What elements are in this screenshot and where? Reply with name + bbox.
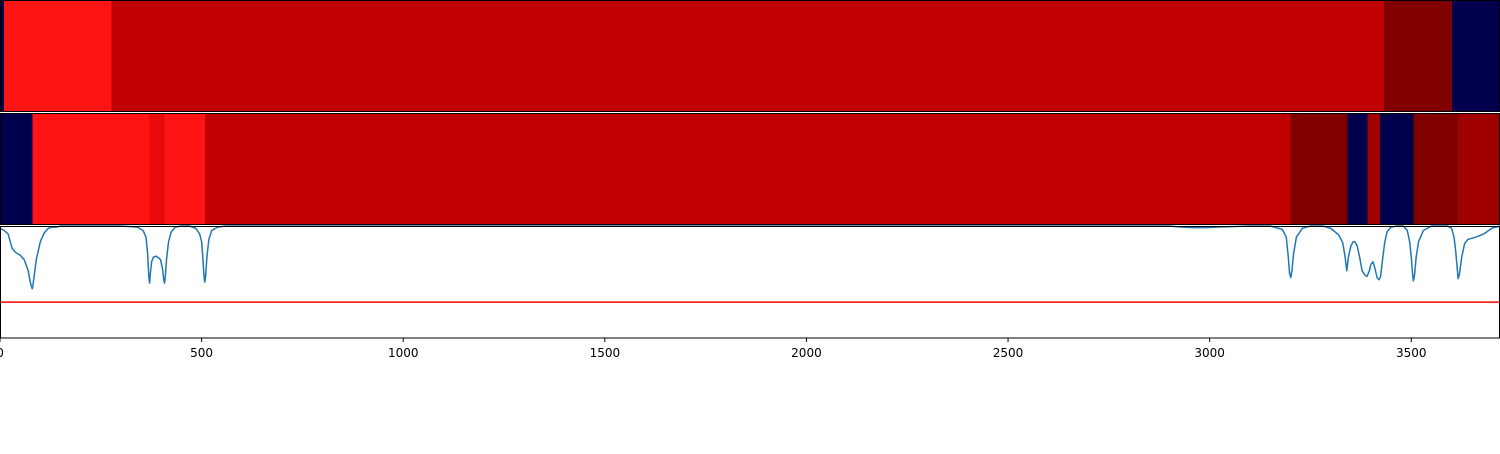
heatmap-cell [164, 113, 205, 225]
x-tick-label: 500 [190, 346, 213, 360]
heatmap-cell [1290, 113, 1348, 225]
x-tick-label: 3500 [1396, 346, 1427, 360]
heatmap-cell [1383, 0, 1453, 112]
x-tick-label: 2000 [791, 346, 822, 360]
x-tick-label: 2500 [993, 346, 1024, 360]
heatmap-cell [1452, 0, 1500, 112]
x-tick-label: 1000 [388, 346, 419, 360]
heatmap-cell [111, 0, 1384, 112]
heatmap-cell [1347, 113, 1368, 225]
heatmap-band-1 [0, 0, 1500, 112]
heatmap-cell [149, 113, 165, 225]
x-tick-label: 0 [0, 346, 4, 360]
line-panel [0, 225, 1500, 338]
heatmap-bands [0, 0, 1500, 225]
x-axis: 0 500 1000 1500 2000 2500 3000 3500 [0, 338, 1427, 360]
heatmap-cell [32, 113, 150, 225]
heatmap-cell [204, 113, 1291, 225]
chart-svg: 0 500 1000 1500 2000 2500 3000 3500 [0, 0, 1500, 360]
heatmap-cell [1413, 113, 1459, 225]
x-tick-label: 3000 [1194, 346, 1225, 360]
heatmap-cell [1379, 113, 1414, 225]
line-panel-background [0, 226, 1500, 338]
heatmap-cell [1367, 113, 1380, 225]
x-tick-label: 1500 [590, 346, 621, 360]
heatmap-band-2 [0, 113, 1500, 225]
heatmap-cell [4, 0, 112, 112]
heatmap-cell [1458, 113, 1500, 225]
heatmap-cell [0, 113, 33, 225]
chart-figure: 0 500 1000 1500 2000 2500 3000 3500 [0, 0, 1500, 450]
